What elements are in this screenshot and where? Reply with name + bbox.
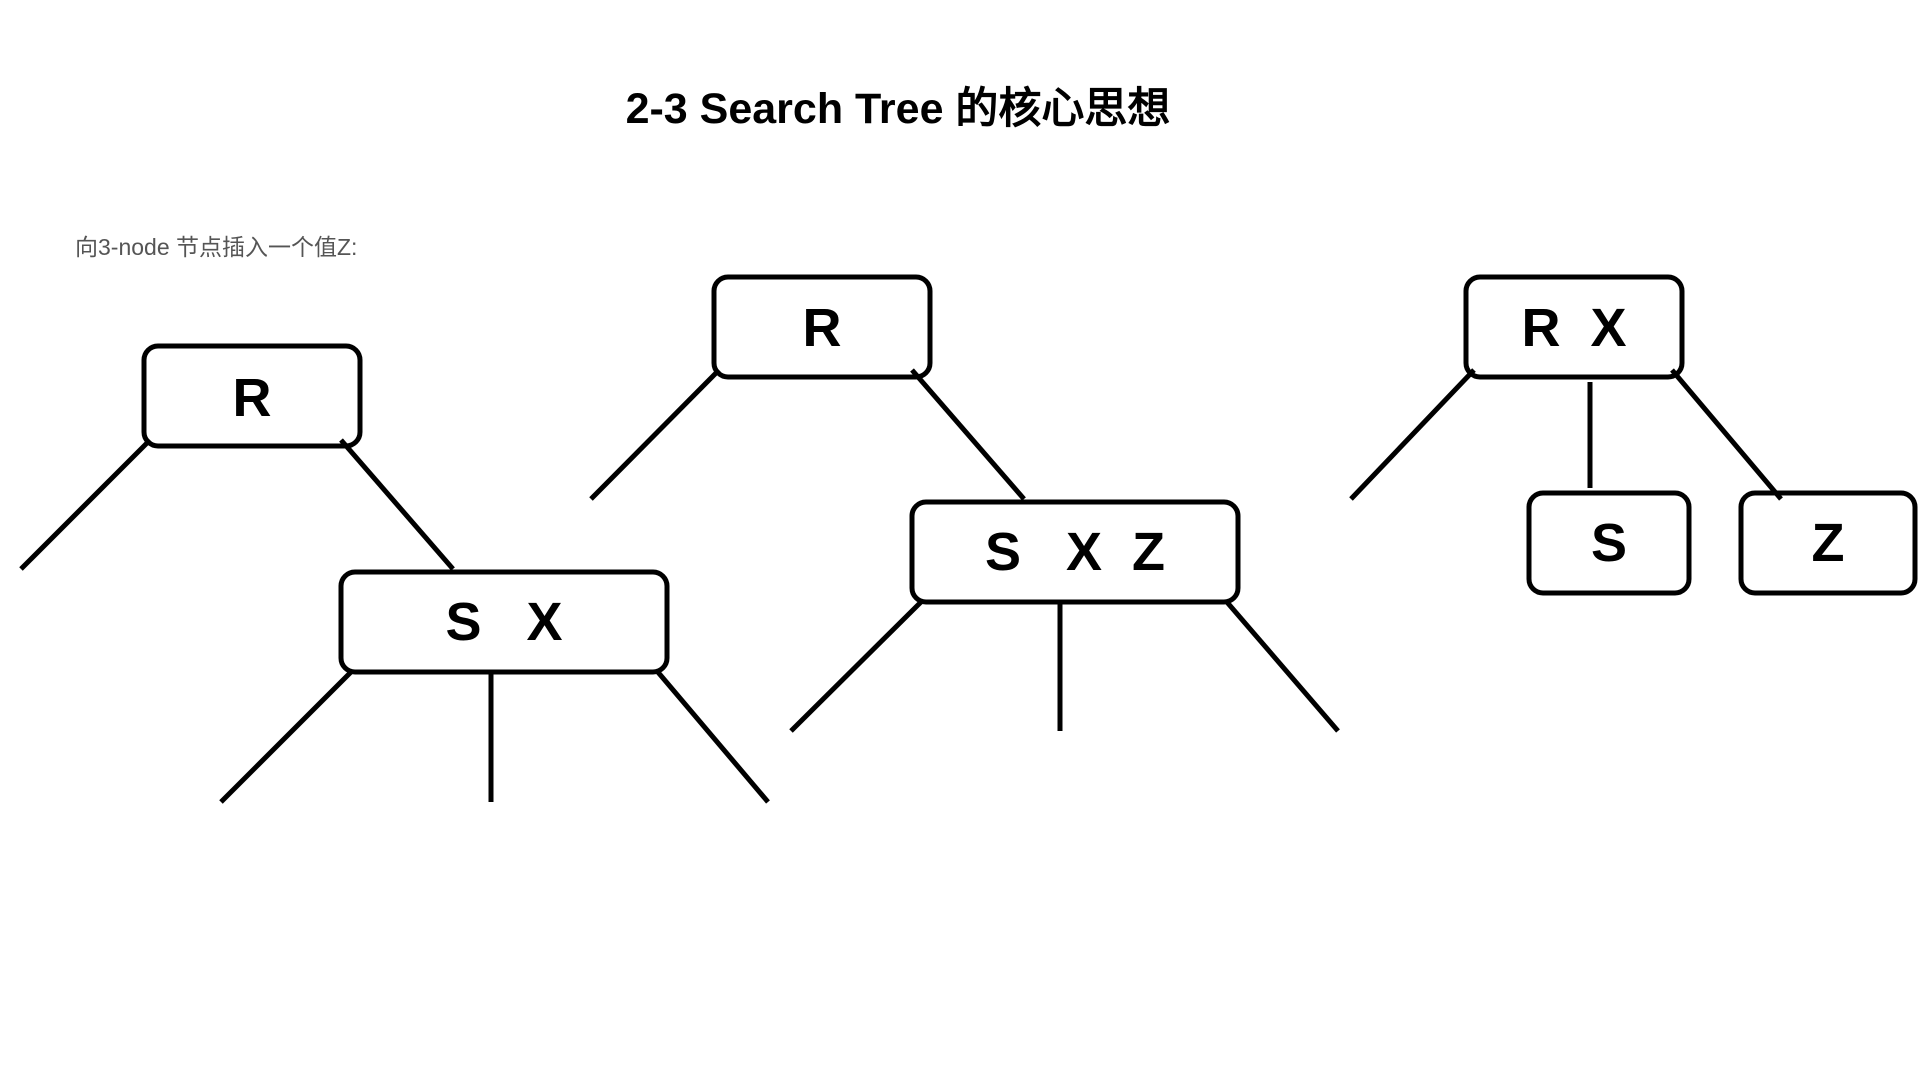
edge-step1-child-right [655,669,770,804]
node-label-step1-child: S X [445,592,562,652]
edge-step2-root-left [589,368,721,501]
edge-step1-child-left [219,669,354,804]
node-label-step2-root: R [803,298,842,358]
node-label-step1-root: R [233,368,272,428]
edge-step3-root-left [1349,368,1476,501]
node-label-step3-right: Z [1812,513,1845,573]
edge-step2-child-left [789,599,924,733]
canvas: 2-3 Search Tree 的核心思想 向3-node 节点插入一个值Z: [0,0,1920,1080]
node-label-step3-root: R X [1521,298,1626,358]
node-label-step3-left: S [1591,513,1627,573]
edge-step2-child-right [1224,599,1340,733]
diagram-step-1 [19,343,770,804]
node-label-step2-child: S X Z [985,522,1165,582]
tree-diagrams: R S X R S X Z R X S Z [19,274,1918,804]
edge-step2-root-right [910,368,1026,501]
edge-step1-root-left [19,438,152,571]
diagram-step-2 [589,274,1340,733]
edge-step3-root-right [1670,368,1783,501]
edge-step1-root-right [339,438,455,571]
